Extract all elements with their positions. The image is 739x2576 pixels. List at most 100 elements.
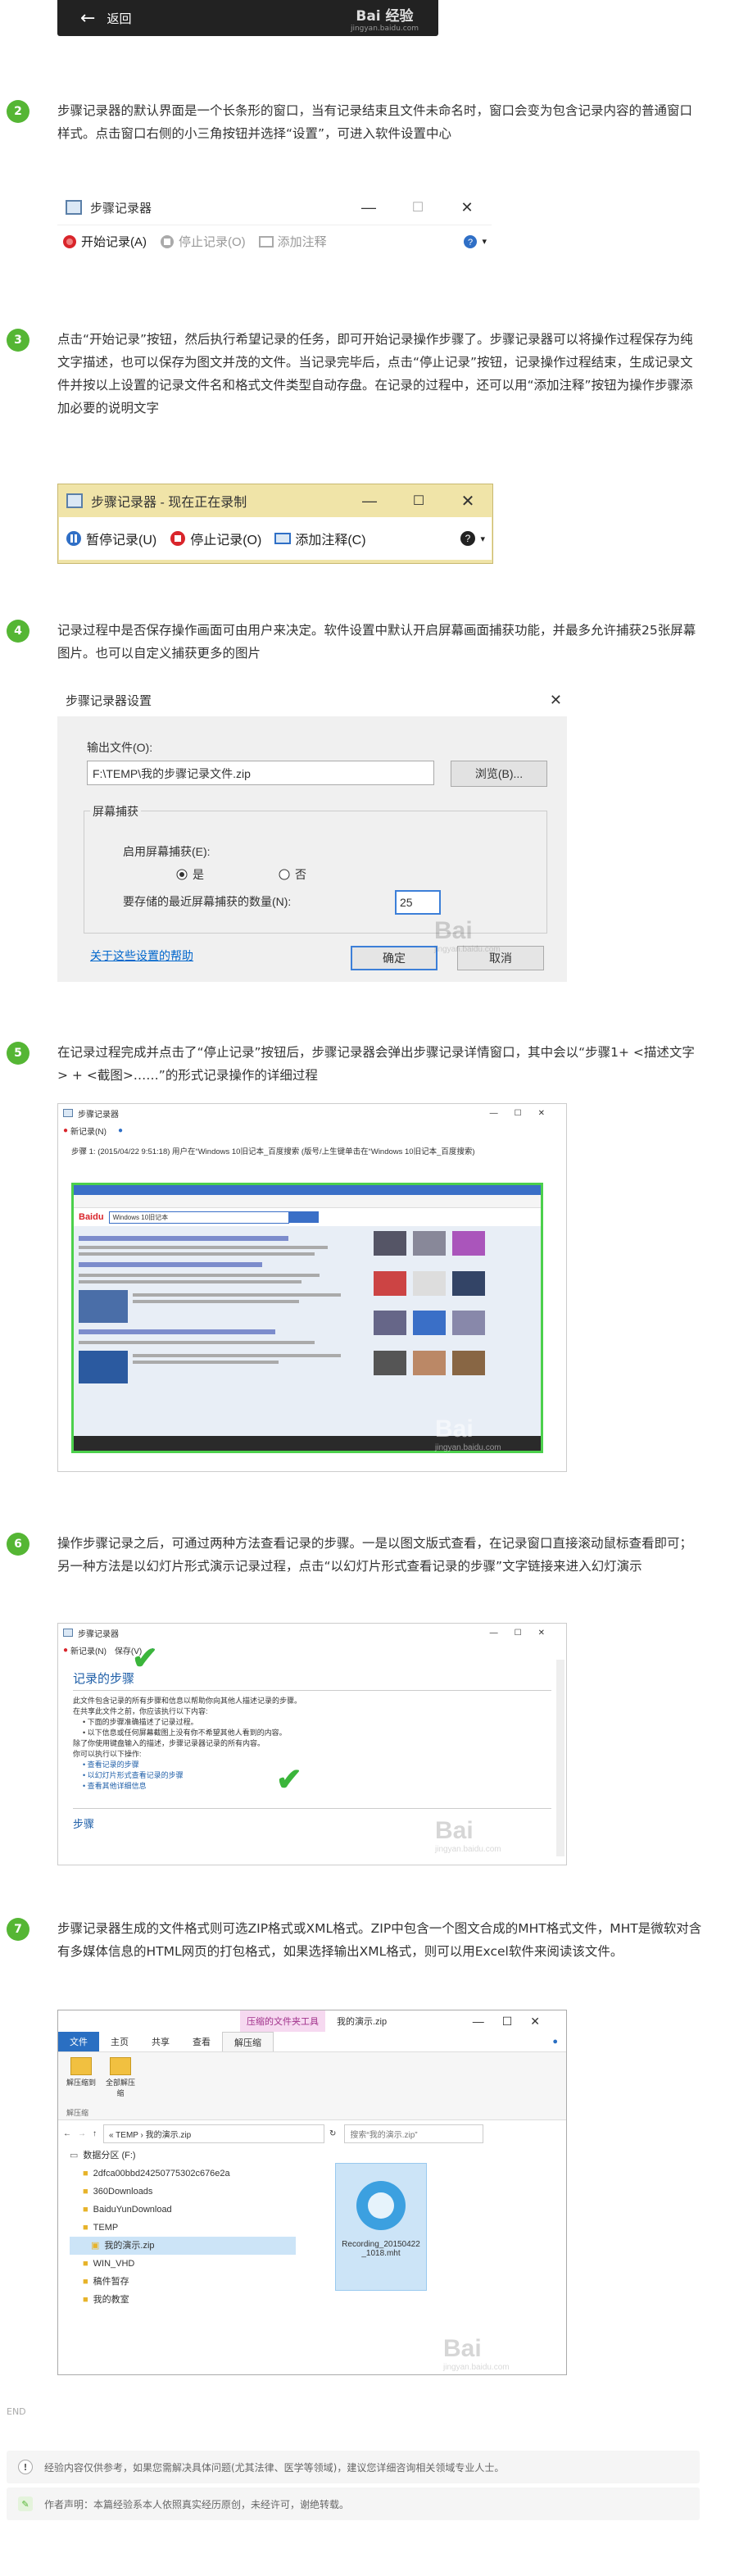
details-link[interactable]: • 查看其他详细信息 <box>73 1781 551 1792</box>
stop-record-button[interactable]: 停止记录(O) <box>160 233 246 250</box>
recorder-detail-window: 步骤记录器 —☐✕ ● 新记录(N) ● 步骤 1: (2015/04/22 9… <box>57 1103 567 1472</box>
radio-no[interactable]: 否 <box>279 866 306 883</box>
author-text: 作者声明：本篇经验系本人依照真实经历原创，未经许可，谢绝转载。 <box>44 2498 350 2510</box>
address-bar[interactable]: « TEMP › 我的演示.zip <box>103 2124 324 2143</box>
start-record-button[interactable]: 开始记录(A) <box>62 233 147 250</box>
help-icon[interactable]: ● <box>552 2032 558 2051</box>
tree-item[interactable]: ■ 360Downloads <box>70 2183 296 2201</box>
author-notice: ✎ 作者声明：本篇经验系本人依照真实经历原创，未经许可，谢绝转载。 <box>7 2487 700 2520</box>
disclaimer-notice: ! 经验内容仅供参考，如果您需解决具体问题(尤其法律、医学等领域)，建议您详细咨… <box>7 2451 700 2483</box>
recorder-app-icon <box>66 493 83 508</box>
checkmark-icon: ✔ <box>132 1642 158 1676</box>
step-number-3: 3 <box>7 329 29 352</box>
radio-yes-label: 是 <box>193 868 204 881</box>
tree-item[interactable]: ■ TEMP <box>70 2219 296 2237</box>
capture-count-label: 要存储的最近屏幕捕获的数量(N): <box>123 895 292 908</box>
maximize-icon[interactable]: ☐ <box>394 493 443 509</box>
browse-button[interactable]: 浏览(B)... <box>451 761 547 787</box>
tree-item[interactable]: ■ 2dfca00bbd24250775302c676e2a <box>70 2165 296 2183</box>
add-note-button[interactable]: 添加注释(C) <box>274 529 366 548</box>
zip-tool-tab[interactable]: 压缩的文件夹工具 <box>240 2010 325 2032</box>
baidu-watermark: Bai jingyan.baidu.com <box>435 1415 501 1452</box>
new-record-menu[interactable]: 新记录(N) <box>70 1644 107 1656</box>
window-title: 步骤记录器 <box>90 201 152 216</box>
screen-capture-group <box>84 811 547 934</box>
window-title: 步骤记录器 <box>78 1110 119 1120</box>
tab-file[interactable]: 文件 <box>58 2032 99 2051</box>
stop-record-button[interactable]: 停止记录(O) <box>170 529 261 548</box>
tree-item-label: 我的教室 <box>93 2295 129 2305</box>
view-steps-link[interactable]: • 查看记录的步骤 <box>73 1760 551 1770</box>
close-icon[interactable]: ✕ <box>550 692 562 709</box>
capture-count-input[interactable]: 25 <box>395 890 441 915</box>
tree-item[interactable]: ■ 我的教室 <box>70 2291 296 2309</box>
maximize-icon[interactable]: ☐ <box>393 199 442 216</box>
tree-item[interactable]: ▭ 数据分区 (F:) <box>70 2147 296 2165</box>
file-item[interactable]: Recording_20150422_1018.mht <box>335 2163 427 2291</box>
up-icon[interactable]: ↑ <box>93 2129 97 2138</box>
step-number-2: 2 <box>7 100 29 123</box>
settings-dialog: 步骤记录器设置 ✕ 输出文件(O): F:\TEMP\我的步骤记录文件.zip … <box>57 684 567 982</box>
help-icon[interactable]: ● <box>118 1126 123 1135</box>
back-icon[interactable]: ← <box>63 2129 71 2138</box>
tree-item-label: TEMP <box>93 2223 119 2233</box>
forward-icon[interactable]: → <box>78 2129 86 2138</box>
disclaimer-text: 经验内容仅供参考，如果您需解决具体问题(尤其法律、医学等领域)，建议您详细咨询相… <box>44 2461 505 2474</box>
extract-to-button[interactable]: 解压缩到 <box>66 2057 96 2088</box>
output-file-input[interactable]: F:\TEMP\我的步骤记录文件.zip <box>87 761 434 785</box>
top-banner-image: ← 返回 Bai 经验 jingyan.baidu.com <box>57 0 438 36</box>
scrollbar[interactable] <box>556 1660 564 1856</box>
tree-item[interactable]: ■ WIN_VHD <box>70 2255 296 2273</box>
tree-item[interactable]: ■ BaiduYunDownload <box>70 2201 296 2219</box>
folder-icon: ■ <box>83 2187 88 2197</box>
tab-extract[interactable]: 解压缩 <box>222 2032 274 2051</box>
radio-checked-icon <box>176 869 188 880</box>
ok-button[interactable]: 确定 <box>351 946 438 970</box>
step-number-6: 6 <box>7 1533 29 1556</box>
extract-all-button[interactable]: 全部解压缩 <box>104 2057 137 2098</box>
tab-home[interactable]: 主页 <box>99 2032 140 2051</box>
zip-folder-icon <box>110 2057 131 2075</box>
radio-unchecked-icon <box>279 869 290 880</box>
window-controls[interactable]: —☐✕ <box>490 1109 561 1118</box>
tree-item[interactable]: ■ 稿件暂存 <box>70 2273 296 2291</box>
extract-all-label: 全部解压缩 <box>105 2079 135 2097</box>
folder-icon: ■ <box>83 2169 88 2178</box>
step-text-4: 记录过程中是否保存操作画面可由用户来决定。软件设置中默认开启屏幕画面捕获功能，并… <box>57 623 696 661</box>
refresh-icon[interactable]: ↻ <box>329 2129 336 2138</box>
help-dropdown[interactable]: ? ▾ <box>460 530 485 547</box>
minimize-icon[interactable]: — <box>344 199 393 216</box>
close-icon[interactable]: ✕ <box>443 491 492 511</box>
slideshow-link[interactable]: • 以幻灯片形式查看记录的步骤 <box>73 1770 551 1781</box>
recorder-window-recording: 步骤记录器 - 现在正在录制 — ☐ ✕ 暂停记录(U) 停止记录(O) 添加注… <box>57 484 493 564</box>
add-note-button[interactable]: 添加注释 <box>258 233 327 250</box>
window-controls[interactable]: —☐✕ <box>490 1629 561 1638</box>
back-label: 返回 <box>107 11 132 26</box>
chevron-down-icon: ▾ <box>482 237 487 247</box>
zip-icon: ▣ <box>91 2241 100 2251</box>
note-icon <box>258 235 274 248</box>
help-dropdown[interactable]: ? ▾ <box>463 234 487 249</box>
window-controls[interactable]: —☐✕ <box>473 2010 558 2032</box>
search-field[interactable]: 搜索“我的演示.zip” <box>344 2124 484 2143</box>
tree-item-selected[interactable]: ▣ 我的演示.zip <box>70 2237 296 2255</box>
folder-icon: ■ <box>83 2205 88 2215</box>
minimize-icon[interactable]: — <box>345 493 394 510</box>
tab-view[interactable]: 查看 <box>181 2032 222 2051</box>
screen-capture-group-label: 屏幕捕获 <box>90 803 141 820</box>
brand-site: jingyan.baidu.com <box>350 24 419 33</box>
checkmark-icon: ✔ <box>276 1763 302 1797</box>
mht-file-icon <box>356 2181 406 2230</box>
tree-item-label: 360Downloads <box>93 2187 153 2197</box>
tab-share[interactable]: 共享 <box>140 2032 181 2051</box>
dialog-title: 步骤记录器设置 <box>66 693 152 708</box>
settings-help-link[interactable]: 关于这些设置的帮助 <box>90 947 193 964</box>
close-icon[interactable]: ✕ <box>442 199 492 216</box>
add-note-label: 添加注释(C) <box>295 534 366 547</box>
radio-yes[interactable]: 是 <box>176 866 204 883</box>
pause-record-button[interactable]: 暂停记录(U) <box>66 529 156 548</box>
warning-icon: ! <box>18 2460 33 2474</box>
new-record-menu[interactable]: 新记录(N) <box>70 1124 107 1137</box>
step-text-3: 点击“开始记录”按钮，然后执行希望记录的任务，即可开始记录操作步骤了。步骤记录器… <box>57 332 693 416</box>
folder-icon <box>70 2057 92 2075</box>
